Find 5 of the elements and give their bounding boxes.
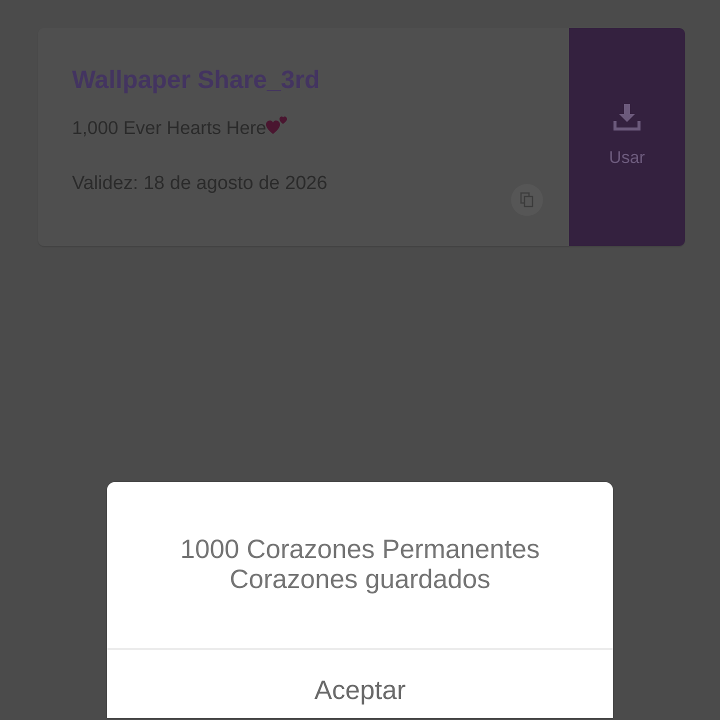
dialog-message: 1000 Corazones Permanentes: [180, 534, 540, 564]
two-hearts-icon: [266, 115, 288, 135]
download-icon: [613, 103, 641, 131]
dialog-message: Corazones guardados: [230, 564, 490, 594]
copy-icon[interactable]: [511, 184, 543, 216]
